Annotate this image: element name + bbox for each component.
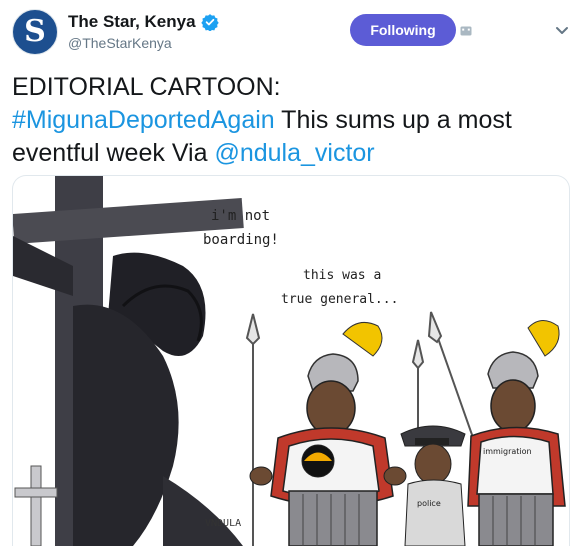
speech-text-1b: boarding! xyxy=(203,232,279,248)
avatar-letter: S xyxy=(24,14,46,49)
avatar[interactable]: S xyxy=(12,9,58,55)
speech-text-2b: true general... xyxy=(281,292,398,307)
name-row[interactable]: The Star, Kenya xyxy=(68,11,219,33)
direct-message-icon[interactable] xyxy=(460,26,472,36)
speech-text-1a: i'm not xyxy=(211,208,270,224)
tweet-media[interactable]: i'm not boarding! this was a true genera… xyxy=(12,175,570,546)
soldier-1 xyxy=(249,321,407,546)
police-officer: police xyxy=(400,425,466,546)
editorial-cartoon: i'm not boarding! this was a true genera… xyxy=(13,176,566,546)
artist-signature: VNDULA xyxy=(205,518,241,529)
small-cross xyxy=(14,465,58,546)
hashtag-link[interactable]: #MigunaDeportedAgain xyxy=(12,106,275,134)
verified-badge-icon xyxy=(200,14,219,31)
soldier-2: immigration xyxy=(467,320,566,546)
chevron-down-icon[interactable] xyxy=(555,25,569,37)
following-button[interactable]: Following xyxy=(350,14,456,46)
speech-text-2a: this was a xyxy=(303,268,381,283)
display-name[interactable]: The Star, Kenya xyxy=(68,12,196,32)
tweet-line-2: #MigunaDeportedAgain This sums up a most… xyxy=(12,104,572,170)
sash-text-2: police xyxy=(417,499,441,508)
mention-link[interactable]: @ndula_victor xyxy=(214,139,374,167)
handle[interactable]: @TheStarKenya xyxy=(68,35,172,51)
tweet-header: S The Star, Kenya @TheStarKenya Followin… xyxy=(0,0,579,64)
sash-text-1: immigration xyxy=(483,447,532,456)
tweet-line-1: EDITORIAL CARTOON: xyxy=(12,73,281,101)
tweet-text: EDITORIAL CARTOON: #MigunaDeportedAgain … xyxy=(12,71,572,170)
